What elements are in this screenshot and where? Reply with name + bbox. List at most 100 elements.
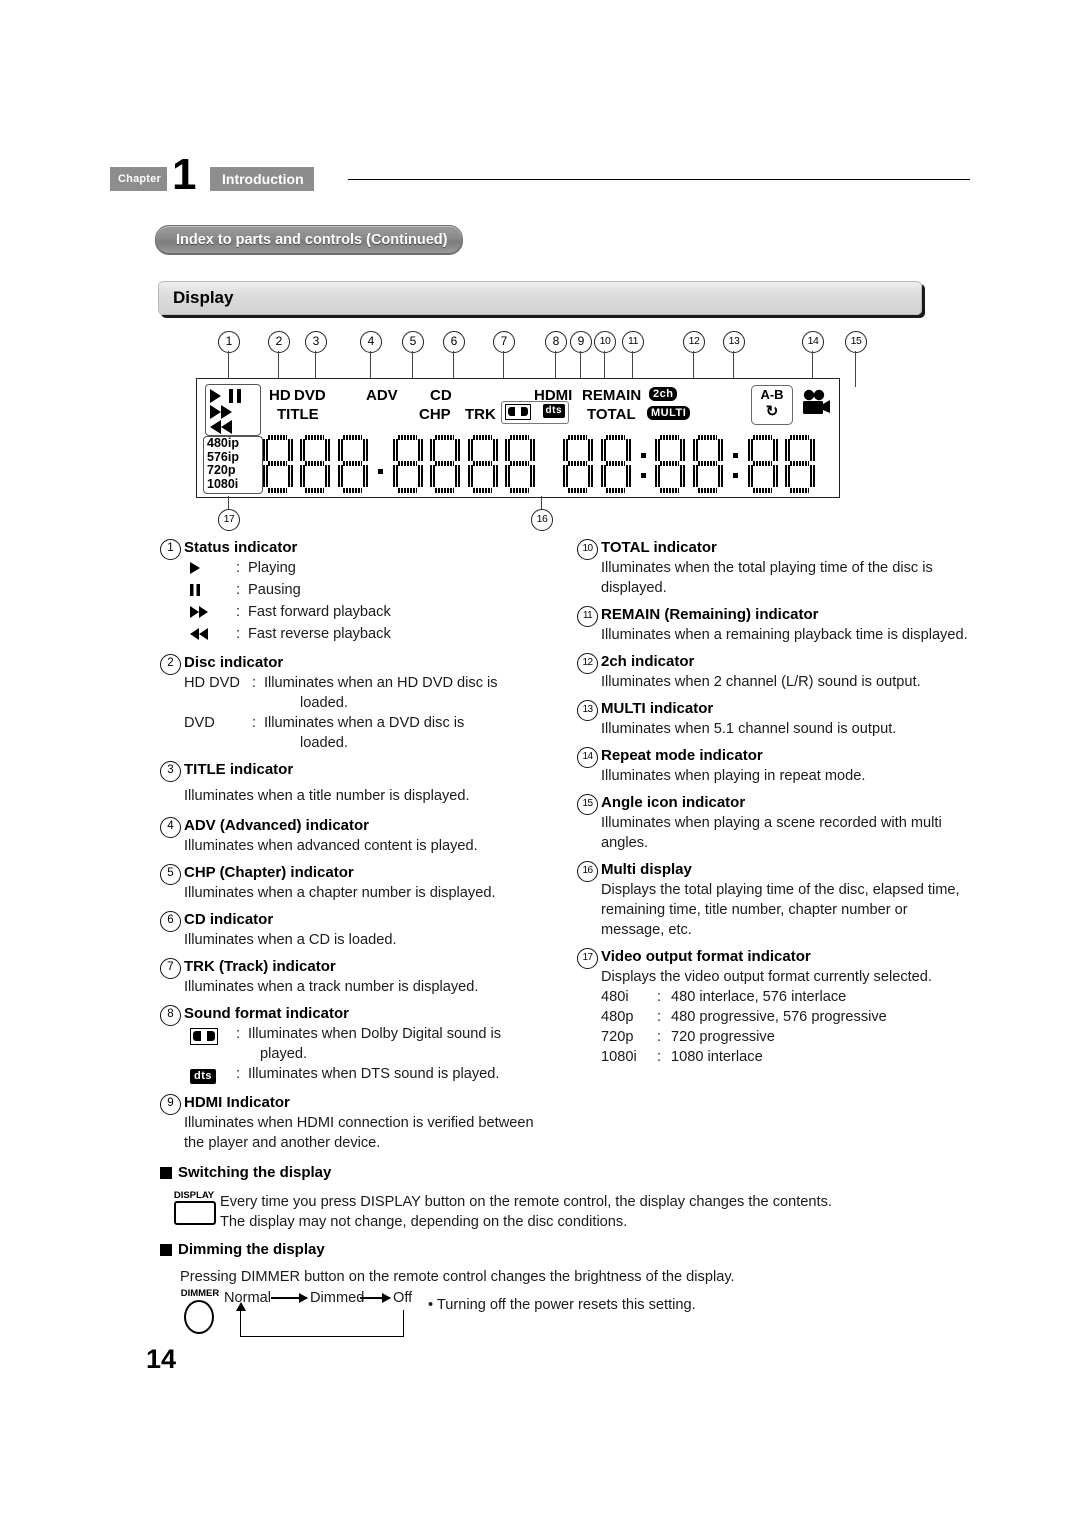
item-body: Illuminates when a CD is loaded. [184,932,397,948]
right-column: 10 TOTAL indicator Illuminates when the … [577,538,973,1074]
row-value-line1: Illuminates when Dolby Digital sound is [248,1026,502,1042]
item-17: 17 Video output format indicator Display… [577,947,973,1067]
callout-6: 6 [443,331,465,353]
format-key: 720p [601,1029,634,1045]
dimmer-state-normal: Normal [224,1290,272,1306]
dts-icon: dts [542,404,565,418]
cd-indicator: CD [430,387,452,404]
item-title: TITLE indicator [184,761,294,778]
dimmer-state-off: Off [393,1290,413,1306]
display-button-icon: DISPLAY [173,1190,216,1225]
display-button-label: DISPLAY [173,1190,215,1201]
leader-17 [228,496,229,510]
item-7: 7 TRK (Track) indicator Illuminates when… [160,957,556,997]
total-indicator: TOTAL [587,406,636,423]
digit [692,435,723,493]
video-format-1080i: 1080i [207,476,239,491]
item-body: Illuminates when HDMI connection is veri… [184,1115,534,1151]
item-number: 6 [160,911,181,932]
item-body: Illuminates when playing a scene recorde… [601,815,942,851]
chapter-rule [348,179,970,180]
item-body: Illuminates when a chapter number is dis… [184,885,496,901]
callout-10: 10 [594,331,616,353]
hd-indicator: HD [269,387,291,404]
callout-9: 9 [570,331,592,353]
item-title: HDMI Indicator [184,1094,290,1111]
digit [600,435,631,493]
row-value-line1: Illuminates when an HD DVD disc is [264,675,498,691]
item-number: 7 [160,958,181,979]
row-text: Fast reverse playback [248,626,391,642]
format-value: 480 interlace, 576 interlace [671,989,847,1005]
callout-1: 1 [218,331,240,353]
play-icon [210,388,221,403]
video-format-row-480p: 480p : 480 progressive, 576 progressive [577,1007,973,1027]
item-title: MULTI indicator [601,700,714,717]
callout-12: 12 [683,331,705,353]
item-8: 8 Sound format indicator : Illuminates w… [160,1004,556,1086]
digit [655,435,686,493]
row-text: Illuminates when DTS sound is played. [248,1066,500,1082]
video-format-indicator-group: 480ip 576ip 720p 1080i [203,436,263,494]
colon: : [236,626,241,642]
row-value: Illuminates when a DVD disc is loaded. [264,713,556,753]
status-ff-row [210,403,256,419]
colon: : [657,1009,662,1025]
colon-separator [730,435,743,493]
digit [563,435,594,493]
callout-8: 8 [545,331,567,353]
item-title: CHP (Chapter) indicator [184,864,354,881]
item-12: 12 2ch indicator Illuminates when 2 chan… [577,652,973,692]
colon: : [236,1026,241,1042]
item-number: 12 [577,653,598,674]
colon: : [657,989,662,1005]
fast-reverse-icon [190,624,236,646]
fast-forward-icon-b [221,404,232,419]
item-title: Status indicator [184,539,298,556]
repeat-mode-indicator: A-B ↻ [751,385,793,425]
callout-15: 15 [845,331,867,353]
item-title: Angle icon indicator [601,794,746,811]
fast-reverse-icon-a [210,419,221,434]
row-key: DVD [184,715,215,731]
item-body: Illuminates when a title number is displ… [184,788,470,804]
item-10: 10 TOTAL indicator Illuminates when the … [577,538,973,598]
item-13: 13 MULTI indicator Illuminates when 5.1 … [577,699,973,739]
title-indicator: TITLE [277,406,319,423]
status-row-playing: : Playing [160,558,556,580]
callout-5: 5 [402,331,424,353]
dimmer-arrow-2 [360,1293,391,1302]
video-format-row-1080i: 1080i : 1080 interlace [577,1047,973,1067]
colon: : [657,1049,662,1065]
item-14: 14 Repeat mode indicator Illuminates whe… [577,746,973,786]
hdmi-indicator: HDMI [534,387,573,404]
video-format-row-480i: 480i : 480 interlace, 576 interlace [577,987,973,1007]
row-text: Pausing [248,582,301,598]
page-number: 14 [146,1344,177,1374]
item-body: Displays the total playing time of the d… [601,882,960,938]
chp-indicator: CHP [419,406,451,423]
sound-row-dts: dts : Illuminates when DTS sound is play… [160,1064,556,1086]
item-number: 9 [160,1094,181,1115]
item-title: 2ch indicator [601,653,695,670]
sound-row-dolby: : Illuminates when Dolby Digital sound i… [160,1024,556,1064]
callout-11: 11 [622,331,644,353]
status-row-fast-reverse: : Fast reverse playback [160,624,556,646]
colon: : [252,715,257,731]
digit [300,435,331,493]
row-key: HD DVD [184,675,240,691]
digit [392,435,423,493]
dimming-note: • Turning off the power resets this sett… [428,1297,696,1313]
item-number: 14 [577,747,598,768]
row-value-line1: Illuminates when a DVD disc is [264,715,465,731]
trk-indicator: TRK [465,406,496,423]
two-ch-indicator: 2ch [649,387,678,401]
item-number: 5 [160,864,181,885]
pause-icon [229,388,242,403]
digit [785,435,816,493]
digit [430,435,461,493]
dvd-indicator: DVD [294,387,326,404]
item-number: 4 [160,817,181,838]
format-value: 1080 interlace [671,1049,763,1065]
dimmer-button-label: DIMMER [180,1288,220,1299]
